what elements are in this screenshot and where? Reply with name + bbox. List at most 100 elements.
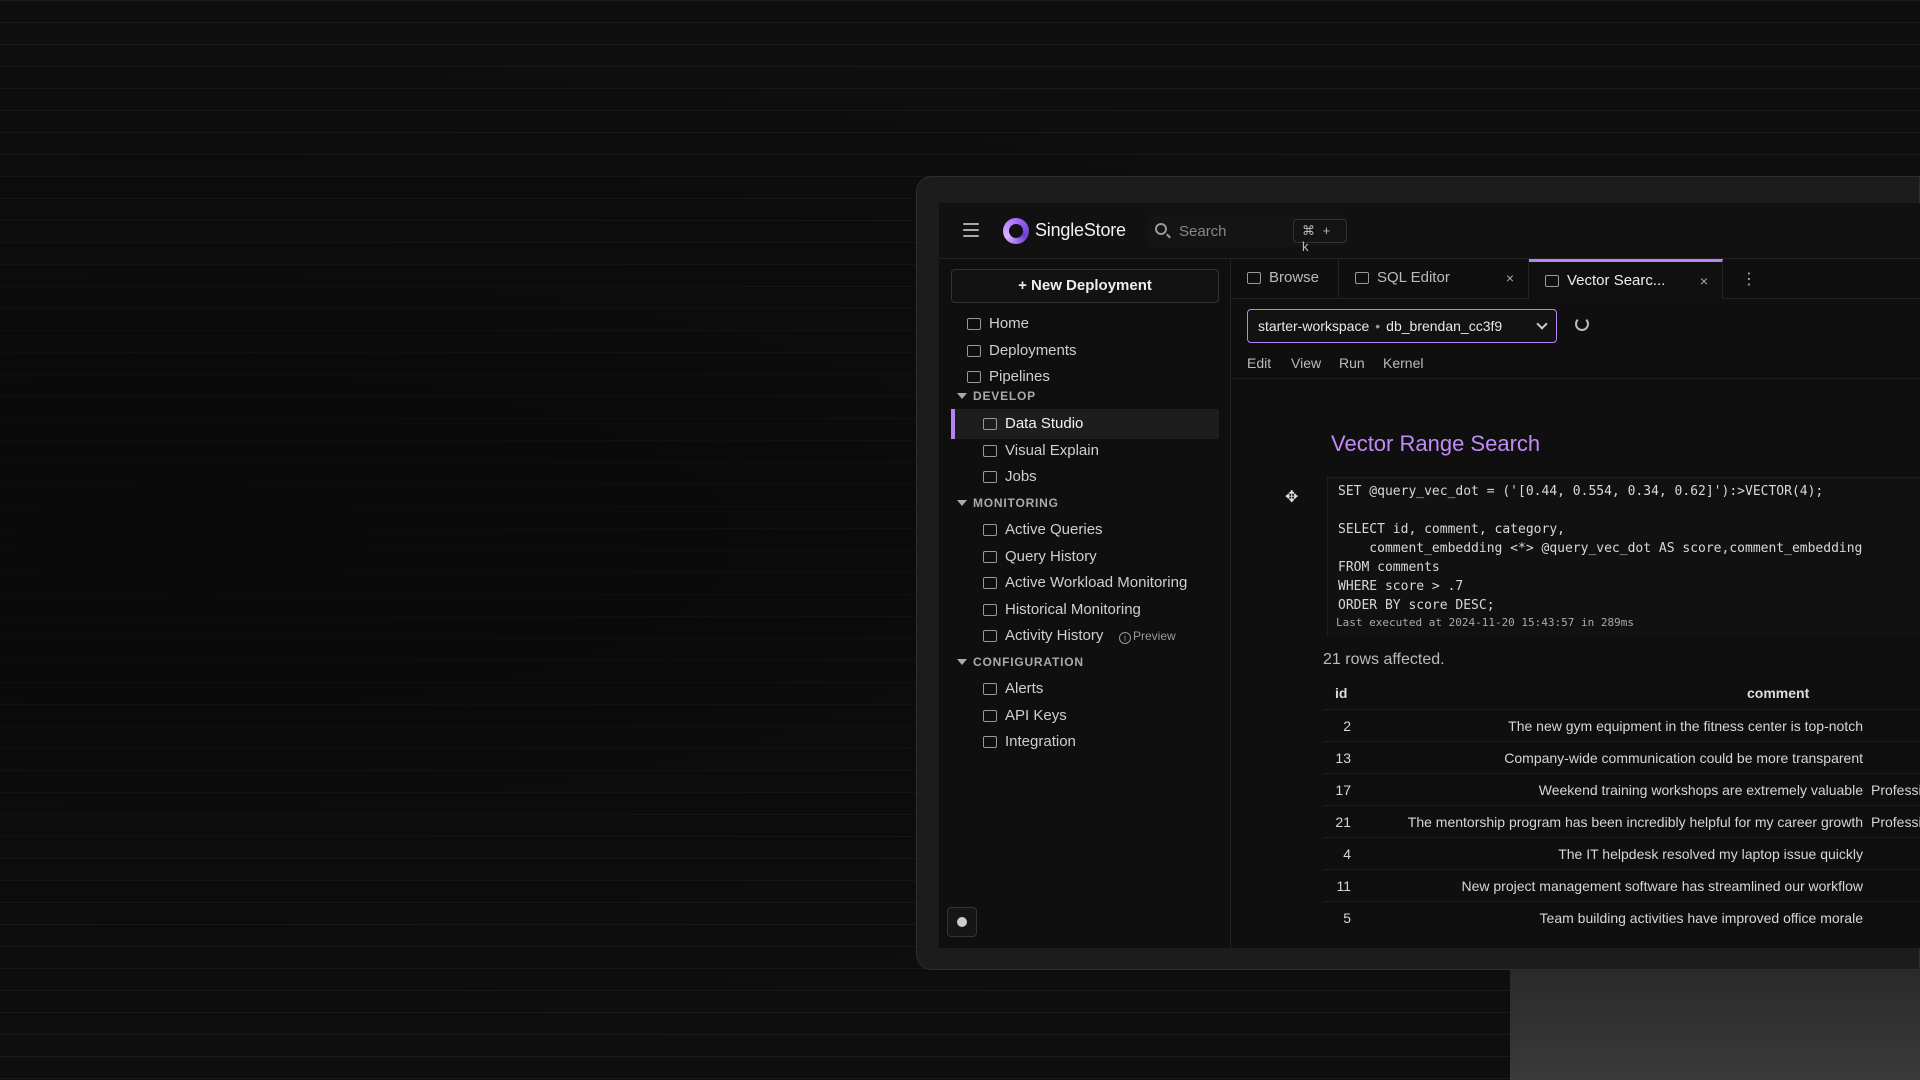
cell-id: 11 xyxy=(1336,878,1351,894)
caret-down-icon xyxy=(957,500,967,506)
pipelines-icon xyxy=(967,371,981,383)
code-line: comment_embedding <*> @query_vec_dot AS … xyxy=(1338,541,1863,556)
sidebar-item-alerts[interactable]: Alerts xyxy=(951,674,1219,704)
notebook-heading: Vector Range Search xyxy=(1331,431,1541,456)
sidebar-item-home[interactable]: Home xyxy=(951,309,1219,339)
caret-down-icon xyxy=(957,659,967,665)
database-name: db_brendan_cc3f9 xyxy=(1386,318,1503,334)
history-icon xyxy=(983,551,997,563)
sidebar-item-integration[interactable]: Integration xyxy=(951,727,1219,757)
cell-comment: The new gym equipment in the fitness cen… xyxy=(1508,718,1863,734)
info-icon: i xyxy=(1119,632,1131,644)
sidebar-item-active-queries[interactable]: Active Queries xyxy=(951,515,1219,545)
code-line: FROM comments xyxy=(1338,560,1440,575)
jobs-icon xyxy=(983,471,997,483)
section-monitoring[interactable]: MONITORING xyxy=(951,496,1059,510)
activity-icon xyxy=(983,630,997,642)
rows-affected: 21 rows affected. xyxy=(1323,651,1445,668)
sql-editor-icon xyxy=(1355,272,1369,284)
sidebar: + New Deployment Home Deployments Pipeli… xyxy=(939,259,1231,948)
table-row: 17 Weekend training workshops are extrem… xyxy=(1323,773,1920,805)
sidebar-item-pipelines[interactable]: Pipelines xyxy=(951,362,1219,392)
cell-id: 17 xyxy=(1335,782,1351,798)
tab-label: Browse xyxy=(1269,269,1320,286)
last-executed: Last executed at 2024-11-20 15:43:57 in … xyxy=(1336,616,1635,629)
app-name: SingleStore xyxy=(1035,220,1126,240)
cell-id: 13 xyxy=(1335,750,1351,766)
code-line: SET @query_vec_dot = ('[0.44, 0.554, 0.3… xyxy=(1338,484,1824,499)
workspace-name: starter-workspace xyxy=(1258,318,1370,334)
sidebar-item-label: Active Workload Monitoring xyxy=(1005,574,1188,591)
sidebar-item-label: Alerts xyxy=(1005,680,1044,697)
notebook-menubar: Edit View Run Kernel xyxy=(1231,349,1920,379)
workspace-database-select[interactable]: starter-workspace • db_brendan_cc3f9 xyxy=(1247,309,1557,343)
section-title: DEVELOP xyxy=(973,389,1036,403)
cell-comment: Company-wide communication could be more… xyxy=(1504,750,1863,766)
new-deployment-button[interactable]: + New Deployment xyxy=(951,269,1219,303)
tab-browse[interactable]: Browse xyxy=(1231,259,1339,299)
menu-kernel[interactable]: Kernel xyxy=(1383,355,1423,371)
integration-icon xyxy=(983,736,997,748)
sidebar-item-data-studio[interactable]: Data Studio xyxy=(951,409,1219,439)
top-bar: SingleStore Search ⌘ + k xyxy=(939,203,1920,259)
cell-comment: Weekend training workshops are extremely… xyxy=(1538,782,1863,798)
section-configuration[interactable]: CONFIGURATION xyxy=(951,655,1084,669)
tab-label: Vector Searc... xyxy=(1567,272,1666,289)
menu-run[interactable]: Run xyxy=(1339,355,1365,371)
section-title: CONFIGURATION xyxy=(973,655,1084,669)
tab-bar: Browse SQL Editor × Vector Searc... × ⋮ xyxy=(1231,259,1920,299)
close-icon[interactable]: × xyxy=(1700,262,1708,300)
sidebar-item-label: Data Studio xyxy=(1005,415,1084,432)
singlestore-logo-icon xyxy=(1003,218,1029,244)
cloud-icon xyxy=(967,345,981,357)
cell-comment: New project management software has stre… xyxy=(1461,878,1863,894)
data-studio-icon xyxy=(983,418,997,430)
tab-label: SQL Editor xyxy=(1377,269,1450,286)
bell-icon xyxy=(983,683,997,695)
chevron-down-icon xyxy=(1536,318,1548,330)
refresh-icon[interactable] xyxy=(1575,317,1589,331)
cell-category: Professio xyxy=(1871,782,1920,798)
sidebar-item-label: Pipelines xyxy=(989,368,1050,385)
code-line: ORDER BY score DESC; xyxy=(1338,598,1495,613)
move-icon[interactable]: ✥ xyxy=(1285,487,1298,507)
clock-icon xyxy=(983,577,997,589)
separator: • xyxy=(1375,318,1381,334)
more-vertical-icon[interactable]: ⋮ xyxy=(1741,269,1757,289)
search-shortcut: ⌘ + k xyxy=(1293,219,1347,254)
close-icon[interactable]: × xyxy=(1506,259,1514,297)
menu-icon[interactable] xyxy=(963,223,979,237)
preview-badge: i Preview xyxy=(1119,621,1176,651)
search-input[interactable]: Search ⌘ + k xyxy=(1147,215,1347,254)
home-icon xyxy=(967,318,981,330)
help-button[interactable] xyxy=(947,907,977,937)
sidebar-item-label: Jobs xyxy=(1005,468,1037,485)
caret-down-icon xyxy=(957,393,967,399)
menu-edit[interactable]: Edit xyxy=(1247,355,1271,371)
app-screen: SingleStore Search ⌘ + k + New Deploymen… xyxy=(939,203,1920,948)
table-row: 11 New project management software has s… xyxy=(1323,869,1920,901)
cell-id: 4 xyxy=(1343,846,1351,862)
cell-id: 5 xyxy=(1343,910,1351,926)
sidebar-item-jobs[interactable]: Jobs xyxy=(951,462,1219,492)
section-title: MONITORING xyxy=(973,496,1059,510)
section-develop[interactable]: DEVELOP xyxy=(951,389,1036,403)
clock-icon xyxy=(983,524,997,536)
notebook-icon xyxy=(1545,275,1559,287)
cell-id: 21 xyxy=(1335,814,1351,830)
sidebar-item-activity-history[interactable]: Activity History i Preview xyxy=(951,621,1219,651)
menu-view[interactable]: View xyxy=(1291,355,1321,371)
cell-comment: The mentorship program has been incredib… xyxy=(1407,814,1863,830)
sidebar-item-active-workload-monitoring[interactable]: Active Workload Monitoring xyxy=(951,568,1219,598)
cell-category: Professio xyxy=(1871,814,1920,830)
sidebar-item-label: Active Queries xyxy=(1005,521,1103,538)
tab-vector-search[interactable]: Vector Searc... × xyxy=(1529,259,1723,299)
search-icon xyxy=(1155,223,1167,235)
main-panel: Browse SQL Editor × Vector Searc... × ⋮ … xyxy=(1231,259,1920,948)
code-cell[interactable]: SET @query_vec_dot = ('[0.44, 0.554, 0.3… xyxy=(1327,477,1920,637)
preview-label: Preview xyxy=(1133,629,1176,643)
column-header-comment: comment xyxy=(1747,685,1810,701)
tab-sql-editor[interactable]: SQL Editor × xyxy=(1339,259,1529,299)
cell-comment: Team building activities have improved o… xyxy=(1539,910,1863,926)
search-placeholder: Search xyxy=(1179,223,1227,240)
